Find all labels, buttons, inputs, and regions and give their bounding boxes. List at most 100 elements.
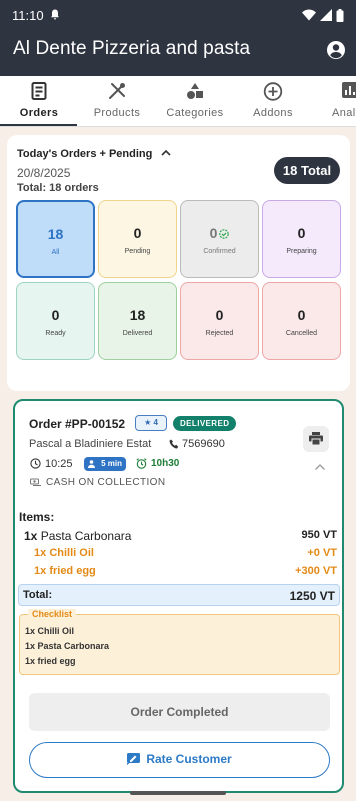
stat-count: 18 <box>47 226 64 242</box>
item-price: 950 VT <box>301 529 337 541</box>
status-time: 11:10 <box>12 8 44 23</box>
addon-price: +300 VT <box>295 565 337 577</box>
stat-cancelled[interactable]: 0 Cancelled <box>262 282 341 360</box>
stat-all[interactable]: 18 All <box>16 200 95 278</box>
confirmed-check-icon <box>219 229 230 239</box>
alarm-clock-icon <box>136 458 147 469</box>
order-time: 10:25 <box>45 458 73 470</box>
notification-bell-icon <box>51 9 59 20</box>
item-qty: 1x <box>24 529 38 543</box>
chart-icon <box>342 82 356 98</box>
addon-name-wrap: 1x fried egg <box>34 565 96 577</box>
rate-customer-label: Rate Customer <box>146 752 232 766</box>
clock-icon <box>30 458 41 469</box>
cash-icon <box>30 478 41 486</box>
order-addon: 1x fried egg +300 VT <box>15 565 342 581</box>
customer-name: Pascal a Bladiniere Estat <box>29 438 152 450</box>
utensils-icon <box>109 83 125 99</box>
stat-count: 0 <box>297 225 306 241</box>
print-button[interactable] <box>303 426 329 452</box>
stat-count: 0 <box>181 225 258 241</box>
status-badge: DELIVERED <box>173 416 237 431</box>
stat-label: Confirmed <box>203 248 236 255</box>
tab-products[interactable]: Products <box>78 76 156 126</box>
stat-label: Rejected <box>205 330 234 337</box>
stat-rejected[interactable]: 0 Rejected <box>180 282 259 360</box>
printer-icon <box>309 432 323 445</box>
total-orders-pill: 18 Total <box>274 157 340 184</box>
addon-qty: 1x <box>34 565 47 577</box>
account-circle-icon[interactable] <box>326 40 346 60</box>
tab-analytics-label: Analy <box>332 107 356 119</box>
plus-circle-icon <box>263 82 283 101</box>
stat-count: 18 <box>129 307 146 323</box>
battery-icon <box>336 8 344 22</box>
item-name-wrap: 1x Pasta Carbonara <box>24 529 131 543</box>
stat-label: Pending <box>124 248 151 255</box>
tab-products-label: Products <box>93 107 141 119</box>
item-name: Pasta Carbonara <box>40 529 132 543</box>
tab-bar: Orders Products Categories Addons Analy <box>0 76 356 127</box>
chevron-up-icon[interactable] <box>160 148 172 158</box>
checklist-item: 1x Chilli Oil <box>25 626 75 636</box>
order-addon: 1x Chilli Oil +0 VT <box>15 547 342 563</box>
stat-label: Delivered <box>122 330 153 337</box>
stat-count: 0 <box>133 225 142 241</box>
addon-price: +0 VT <box>307 547 337 559</box>
summary-total-text: Total: 18 orders <box>17 182 99 194</box>
stat-count: 0 <box>215 307 224 323</box>
home-indicator <box>130 791 226 795</box>
addon-qty: 1x <box>34 547 47 559</box>
total-value: 1250 VT <box>289 589 335 603</box>
signal-icon <box>320 9 332 21</box>
order-completed-button[interactable]: Order Completed <box>29 693 330 731</box>
addon-name-wrap: 1x Chilli Oil <box>34 547 94 559</box>
order-number: Order #PP-00152 <box>29 417 126 431</box>
stat-count: 0 <box>297 307 306 323</box>
order-card[interactable]: Order #PP-00152 ★ 4 DELIVERED Pascal a B… <box>13 399 344 793</box>
person-icon <box>88 460 95 468</box>
app-title: Al Dente Pizzeria and pasta <box>13 38 251 59</box>
tab-analytics[interactable]: Analy <box>312 76 356 126</box>
tab-orders[interactable]: Orders <box>0 76 78 126</box>
stat-ready[interactable]: 0 Ready <box>16 282 95 360</box>
rate-customer-button[interactable]: Rate Customer <box>29 742 330 778</box>
stat-delivered[interactable]: 18 Delivered <box>98 282 177 360</box>
orders-summary-card: Today's Orders + Pending 20/8/2025 Total… <box>7 135 350 391</box>
checklist-title: Checklist <box>28 609 77 619</box>
ready-time: 10h30 <box>151 458 180 469</box>
status-bar: 11:10 <box>0 0 356 32</box>
checklist-item: 1x Pasta Carbonara <box>25 641 110 651</box>
stat-label: All <box>51 249 60 256</box>
tab-indicator <box>0 124 77 126</box>
stat-pending[interactable]: 0 Pending <box>98 200 177 278</box>
star-icon: ★ <box>144 418 152 427</box>
stat-confirmed[interactable]: 0 Confirmed <box>180 200 259 278</box>
wifi-icon <box>302 9 316 21</box>
stat-preparing[interactable]: 0 Preparing <box>262 200 341 278</box>
eta-badge: 5 min <box>84 457 126 471</box>
phone-number[interactable]: 7569690 <box>182 438 225 450</box>
summary-date: 20/8/2025 <box>17 166 71 180</box>
addon-name: fried egg <box>49 565 96 577</box>
tab-categories[interactable]: Categories <box>156 76 234 126</box>
rating-badge: ★ 4 <box>135 415 167 431</box>
rate-edit-icon <box>127 753 141 765</box>
order-item: 1x Pasta Carbonara 950 VT <box>15 529 342 545</box>
receipt-icon <box>31 82 47 100</box>
eta-value: 5 min <box>101 459 122 468</box>
total-label: Total: <box>23 589 53 601</box>
chevron-up-icon[interactable] <box>314 463 326 471</box>
checklist-box: Checklist 1x Chilli Oil 1x Pasta Carbona… <box>19 609 340 675</box>
shapes-icon <box>187 83 203 99</box>
stat-count-value: 0 <box>209 225 218 241</box>
items-heading: Items: <box>19 510 55 524</box>
order-total-row: Total: 1250 VT <box>18 584 340 606</box>
addon-name: Chilli Oil <box>49 547 94 559</box>
tab-addons-label: Addons <box>253 107 293 119</box>
tab-addons[interactable]: Addons <box>234 76 312 126</box>
stat-label: Preparing <box>286 248 317 255</box>
checklist-item: 1x fried egg <box>25 656 76 666</box>
app-bar: 11:10 Al Dente Pizzeria and pasta <box>0 0 356 76</box>
summary-title: Today's Orders + Pending <box>17 148 153 160</box>
